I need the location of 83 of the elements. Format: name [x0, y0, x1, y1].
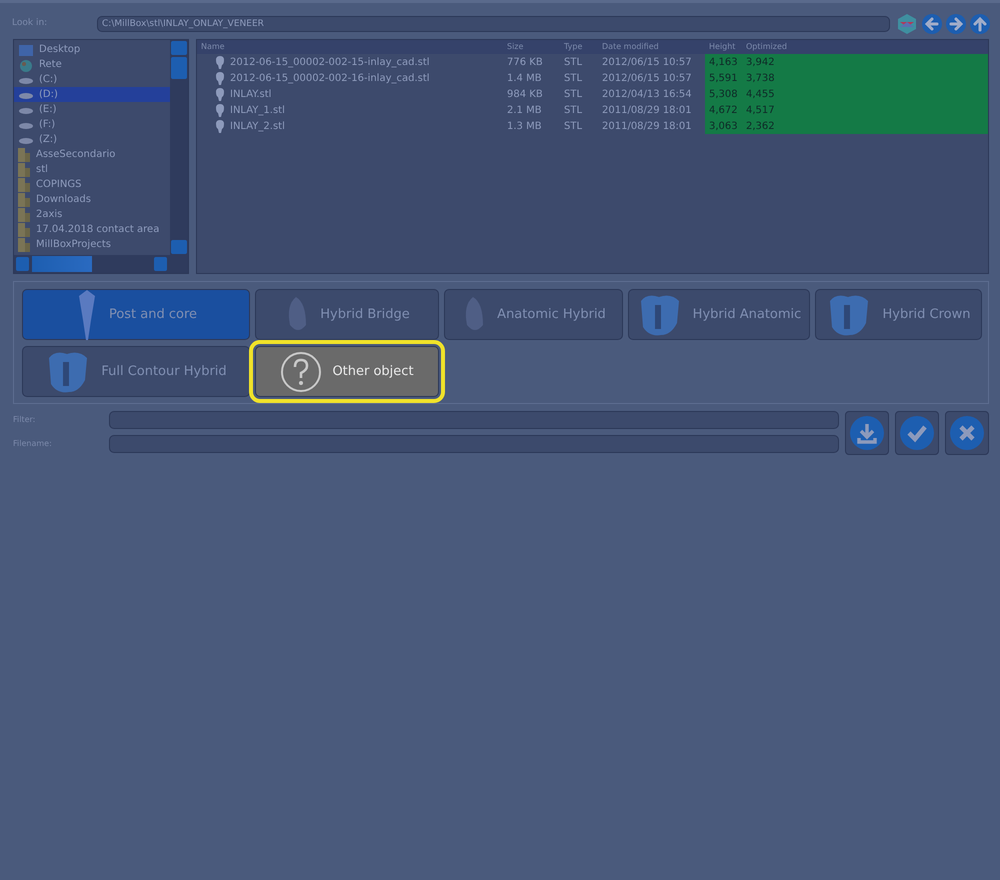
- object-type-button[interactable]: Full Contour Hybrid: [22, 346, 250, 397]
- table-cell-text: STL: [563, 72, 584, 86]
- table-cell-text: 2011/08/29 18:01: [601, 104, 693, 118]
- horizontal-scrollbar[interactable]: [14, 255, 188, 273]
- file-name[interactable]: INLAY_2.stl: [230, 118, 285, 134]
- table-cell-text: 2012/06/15 10:57: [601, 72, 693, 86]
- folder-icon: [18, 238, 31, 252]
- file-name[interactable]: INLAY_1.stl: [230, 102, 285, 118]
- column-header[interactable]: Name: [197, 41, 503, 53]
- column-header[interactable]: Type: [560, 41, 598, 53]
- folder-icon: [18, 178, 31, 192]
- object-type-button[interactable]: Anatomic Hybrid: [444, 289, 623, 340]
- table-cell: 2,362: [742, 118, 988, 134]
- object-type-button[interactable]: Hybrid Anatomic: [628, 289, 810, 340]
- column-header[interactable]: Optimized: [742, 41, 988, 53]
- monitor-icon: [18, 42, 34, 56]
- question-icon: [280, 350, 322, 392]
- tree-item[interactable]: (Z:): [14, 132, 170, 147]
- object-type-button[interactable]: Hybrid Crown: [815, 289, 982, 340]
- tree-item[interactable]: MillBoxProjects: [14, 237, 170, 252]
- tree-item[interactable]: 17.04.2018 contact area: [14, 222, 170, 237]
- tooth-icon: [215, 72, 225, 84]
- object-type-button[interactable]: Post and core: [22, 289, 250, 340]
- table-cell-text: 2012/04/13 16:54: [601, 88, 693, 102]
- tree-item[interactable]: AsseSecondario: [14, 147, 170, 162]
- download-button[interactable]: [845, 411, 889, 455]
- tree-item[interactable]: (C:): [14, 72, 170, 87]
- tooth-icon: [215, 88, 225, 100]
- table-cell-text: 776 KB: [506, 56, 544, 70]
- column-header[interactable]: Size: [503, 41, 560, 53]
- table-cell: 4,517: [742, 102, 988, 118]
- table-cell: 3,063: [705, 118, 742, 134]
- filter-field[interactable]: [109, 411, 839, 429]
- table-cell-text: STL: [563, 104, 584, 118]
- table-cell-text: STL: [563, 88, 584, 102]
- table-cell-text: STL: [563, 120, 584, 134]
- table-cell: 3,738: [742, 70, 988, 86]
- download-icon: [850, 416, 884, 450]
- column-header[interactable]: Date modified: [598, 41, 705, 53]
- table-cell-text: 1.3 MB: [506, 120, 543, 134]
- table-cell-text: 2.1 MB: [506, 104, 543, 118]
- folder-icon: [18, 208, 31, 222]
- folder-icon: [18, 192, 31, 206]
- table-cell: 5,591: [705, 70, 742, 86]
- tooth-icon: [215, 120, 225, 132]
- tree-item[interactable]: COPINGS: [14, 177, 170, 192]
- globe-icon: [18, 58, 34, 72]
- filename-field[interactable]: [109, 435, 839, 453]
- vertical-scrollbar[interactable]: [170, 40, 188, 255]
- cancel-button[interactable]: [945, 411, 989, 455]
- file-name[interactable]: INLAY.stl: [230, 86, 272, 102]
- tree-item[interactable]: (D:): [14, 87, 170, 102]
- table-cell-text: 1.4 MB: [506, 72, 543, 86]
- tree-item[interactable]: Rete: [14, 57, 170, 72]
- table-cell: 5,308: [705, 86, 742, 102]
- table-cell: 4,672: [705, 102, 742, 118]
- tree-item[interactable]: 2axis: [14, 207, 170, 222]
- tree-item[interactable]: Downloads: [14, 192, 170, 207]
- tooth-icon: [215, 104, 225, 116]
- layers-icon[interactable]: [896, 13, 918, 35]
- tooth-icon: [215, 56, 225, 68]
- close-icon: [950, 416, 984, 450]
- folder-icon: [18, 162, 31, 176]
- file-name[interactable]: 2012-06-15_00002-002-15-inlay_cad.stl: [230, 54, 430, 70]
- folder-icon: [18, 222, 31, 236]
- file-name[interactable]: 2012-06-15_00002-002-16-inlay_cad.stl: [230, 70, 430, 86]
- folder-icon: [18, 148, 31, 162]
- object-type-button[interactable]: Hybrid Bridge: [255, 289, 439, 340]
- table-cell: 4,163: [705, 54, 742, 70]
- tree-item[interactable]: (F:): [14, 117, 170, 132]
- table-cell-text: 984 KB: [506, 88, 544, 102]
- tree-item[interactable]: Desktop: [14, 42, 170, 57]
- path-field[interactable]: C:\MillBox\stl\INLAY_ONLAY_VENEER: [97, 16, 890, 32]
- table-cell-text: 2011/08/29 18:01: [601, 120, 693, 134]
- column-header[interactable]: Height: [705, 41, 742, 53]
- check-icon: [900, 416, 934, 450]
- table-cell: 3,942: [742, 54, 988, 70]
- confirm-button[interactable]: [895, 411, 939, 455]
- table-cell: 4,455: [742, 86, 988, 102]
- table-cell-text: STL: [563, 56, 584, 70]
- tree-item[interactable]: (E:): [14, 102, 170, 117]
- tree-item[interactable]: stl: [14, 162, 170, 177]
- table-cell-text: 2012/06/15 10:57: [601, 56, 693, 70]
